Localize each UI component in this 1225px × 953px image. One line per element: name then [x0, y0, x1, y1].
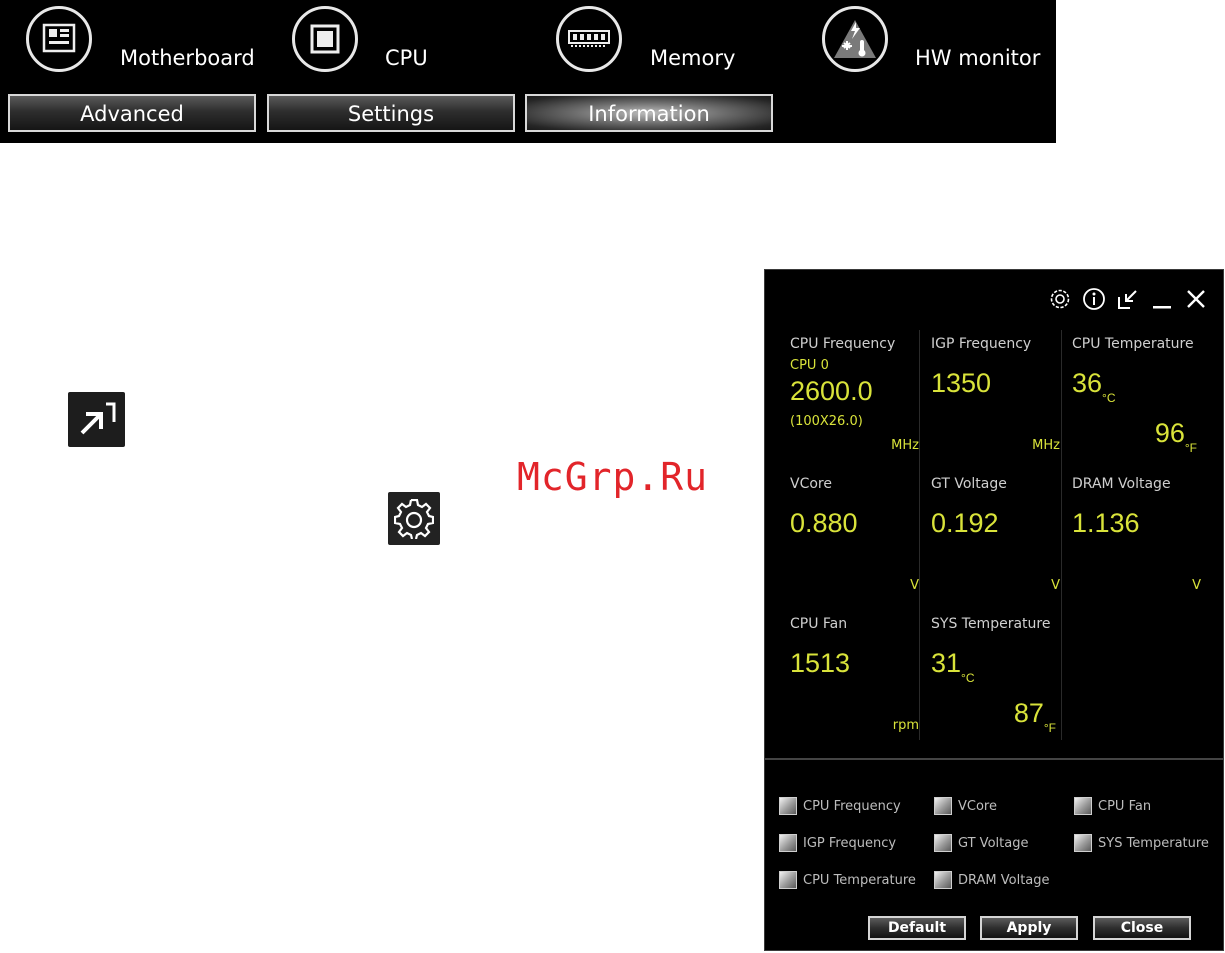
cpu-icon[interactable]	[292, 6, 358, 72]
tile-value-celsius: 36°C	[1072, 368, 1116, 405]
tile-label: SYS Temperature	[931, 616, 1051, 632]
apply-button[interactable]: Apply	[980, 916, 1078, 940]
top-navigation-bar: Motherboard CPU Memory HW monitor Advanc…	[0, 0, 1056, 143]
settings-gear-icon[interactable]	[388, 492, 440, 545]
checkbox-box[interactable]	[779, 871, 797, 889]
checkbox-box[interactable]	[1074, 834, 1092, 852]
subtab-settings[interactable]: Settings	[267, 94, 515, 132]
motherboard-icon[interactable]	[26, 6, 92, 72]
temp-fahrenheit: 87	[1013, 698, 1044, 728]
tile-label: CPU Frequency	[790, 336, 896, 352]
panel-divider	[765, 758, 1223, 760]
checkbox-label: CPU Frequency	[803, 798, 901, 814]
checkbox-cpu-fan[interactable]: CPU Fan	[1074, 796, 1151, 816]
tile-igp-frequency: IGP Frequency 1350 MHz	[906, 330, 1060, 470]
checkbox-label: CPU Fan	[1098, 798, 1152, 814]
tile-value: 1350	[931, 368, 992, 398]
tile-label: CPU Fan	[790, 616, 848, 632]
tile-sys-temperature: SYS Temperature 31°C 87°F	[906, 610, 1056, 750]
hw-monitor-panel: CPU Frequency CPU 0 2600.0 (100X26.0) MH…	[764, 269, 1224, 951]
watermark-text: McGrp.Ru	[517, 455, 709, 499]
checkbox-cpu-temperature[interactable]: CPU Temperature	[779, 870, 916, 890]
tile-label: GT Voltage	[931, 476, 1007, 492]
panel-titlebar	[1047, 284, 1209, 314]
checkbox-label: IGP Frequency	[803, 835, 897, 851]
tile-vcore: VCore 0.880 V	[765, 470, 919, 610]
checkbox-label: SYS Temperature	[1098, 835, 1209, 851]
tile-cpu-frequency: CPU Frequency CPU 0 2600.0 (100X26.0) MH…	[765, 330, 919, 470]
checkbox-vcore[interactable]: VCore	[934, 796, 997, 816]
checkbox-dram-voltage[interactable]: DRAM Voltage	[934, 870, 1050, 890]
tile-value: 1513	[790, 648, 851, 678]
tile-value-fahrenheit: 87°F	[1014, 698, 1056, 735]
expand-icon[interactable]	[68, 392, 125, 447]
unit-celsius: °C	[961, 671, 975, 685]
tile-value-celsius: 31°C	[931, 648, 975, 685]
tile-value: 0.192	[931, 508, 999, 538]
memory-icon[interactable]	[556, 6, 622, 72]
checkbox-gt-voltage[interactable]: GT Voltage	[934, 833, 1028, 853]
tile-label: CPU Temperature	[1072, 336, 1194, 352]
settings-gear-icon[interactable]	[1047, 286, 1073, 312]
tile-value: 1.136	[1072, 508, 1140, 538]
tile-label: IGP Frequency	[931, 336, 1032, 352]
checkbox-box[interactable]	[934, 797, 952, 815]
minimize-icon[interactable]	[1149, 286, 1175, 312]
default-button[interactable]: Default	[868, 916, 966, 940]
checkbox-box[interactable]	[779, 834, 797, 852]
unit-fahrenheit: °F	[1184, 441, 1197, 455]
tile-value: 2600.0	[790, 376, 873, 406]
tile-value-fahrenheit: 96°F	[1155, 418, 1197, 455]
checkbox-label: CPU Temperature	[803, 872, 916, 888]
tile-value: 0.880	[790, 508, 858, 538]
tab-memory[interactable]: Memory	[650, 46, 735, 70]
tab-motherboard[interactable]: Motherboard	[120, 46, 255, 70]
tile-cpu-temperature: CPU Temperature 36°C 96°F	[1047, 330, 1197, 470]
temp-celsius: 36	[1072, 368, 1103, 398]
hw-monitor-icon[interactable]	[822, 6, 888, 72]
tile-gt-voltage: GT Voltage 0.192 V	[906, 470, 1060, 610]
tile-sublabel: CPU 0	[790, 358, 829, 373]
close-button[interactable]: Close	[1093, 916, 1191, 940]
tab-cpu[interactable]: CPU	[385, 46, 428, 70]
checkbox-box[interactable]	[934, 871, 952, 889]
tile-ratio: (100X26.0)	[790, 414, 863, 429]
checkbox-sys-temperature[interactable]: SYS Temperature	[1074, 833, 1209, 853]
unit-fahrenheit: °F	[1043, 721, 1056, 735]
tile-unit: V	[1192, 578, 1201, 593]
temp-celsius: 31	[931, 648, 962, 678]
tile-cpu-fan: CPU Fan 1513 rpm	[765, 610, 919, 750]
temp-fahrenheit: 96	[1154, 418, 1185, 448]
tile-label: DRAM Voltage	[1072, 476, 1171, 492]
checkbox-box[interactable]	[934, 834, 952, 852]
shrink-icon[interactable]	[1115, 286, 1141, 312]
checkbox-box[interactable]	[1074, 797, 1092, 815]
info-icon[interactable]	[1081, 286, 1107, 312]
tile-label: VCore	[790, 476, 832, 492]
checkbox-label: DRAM Voltage	[958, 872, 1050, 888]
checkbox-label: GT Voltage	[958, 835, 1029, 851]
tile-dram-voltage: DRAM Voltage 1.136 V	[1047, 470, 1201, 610]
tab-hw-monitor[interactable]: HW monitor	[915, 46, 1040, 70]
checkbox-label: VCore	[958, 798, 997, 814]
subtab-information[interactable]: Information	[525, 94, 773, 132]
subtab-advanced[interactable]: Advanced	[8, 94, 256, 132]
close-icon[interactable]	[1183, 286, 1209, 312]
checkbox-box[interactable]	[779, 797, 797, 815]
unit-celsius: °C	[1102, 391, 1116, 405]
checkbox-igp-frequency[interactable]: IGP Frequency	[779, 833, 896, 853]
checkbox-cpu-frequency[interactable]: CPU Frequency	[779, 796, 901, 816]
